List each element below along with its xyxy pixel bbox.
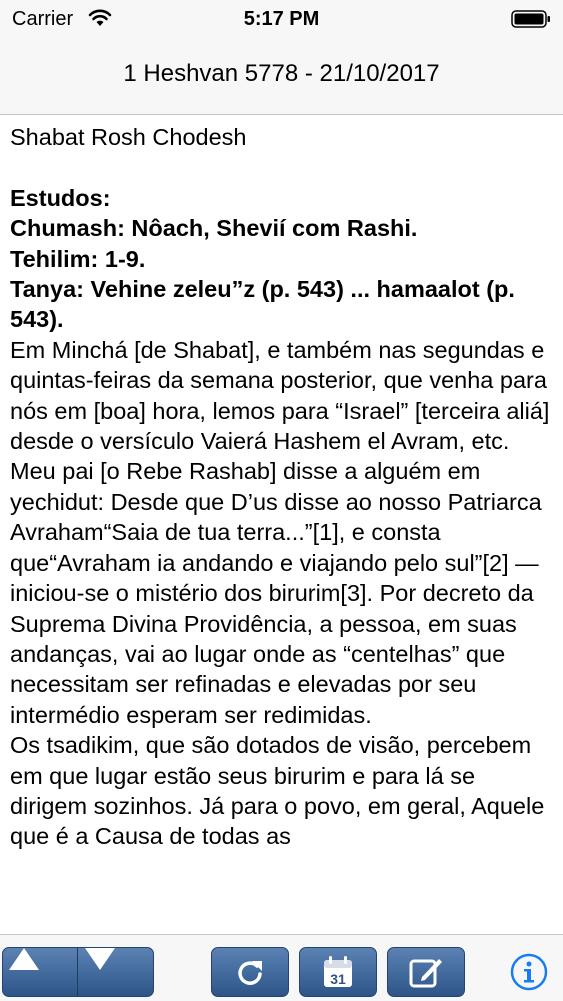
calendar-icon: 31 (324, 956, 352, 987)
study-chumash: Chumash: Nôach, Shevií com Rashi. (10, 215, 418, 242)
edit-button[interactable] (387, 947, 465, 997)
previous-day-button[interactable] (3, 948, 77, 996)
study-heading: Estudos: (10, 184, 111, 211)
clock: 5:17 PM (243, 8, 320, 30)
body-paragraph: Os tsadikim, que são dotados de visão, p… (10, 732, 551, 850)
status-bar: Carrier 5:17 PM (0, 0, 563, 40)
bottom-toolbar: 31 (0, 934, 563, 1001)
previous-next-segmented-control (2, 947, 154, 997)
refresh-icon (238, 961, 262, 985)
study-tehilim: Tehilim: 1-9. (10, 245, 146, 272)
navigation-bar: 1 Heshvan 5778 - 21/10/2017 (0, 40, 563, 115)
page-title: 1 Heshvan 5778 - 21/10/2017 (123, 60, 440, 87)
body-paragraph: Em Minchá [de Shabat], e também nas segu… (10, 336, 550, 455)
calendar-button[interactable]: 31 (299, 947, 377, 997)
battery-icon (511, 10, 551, 28)
refresh-button[interactable] (211, 947, 289, 997)
body-paragraph: Meu pai [o Rebe Rashab] disse a alguém e… (10, 458, 547, 728)
day-subtitle: Shabat Rosh Chodesh (10, 124, 247, 150)
info-button[interactable] (510, 953, 548, 991)
edit-icon (409, 959, 442, 988)
reading-content[interactable]: Shabat Rosh Chodesh Estudos: Chumash: Nô… (10, 122, 555, 925)
arrow-up-icon (9, 948, 39, 970)
calendar-day: 31 (330, 971, 346, 987)
info-icon (510, 953, 548, 991)
arrow-down-icon (85, 948, 115, 970)
next-day-button[interactable] (78, 948, 154, 996)
study-tanya: Tanya: Vehine zeleu”z (p. 543) ... hamaa… (10, 276, 522, 333)
